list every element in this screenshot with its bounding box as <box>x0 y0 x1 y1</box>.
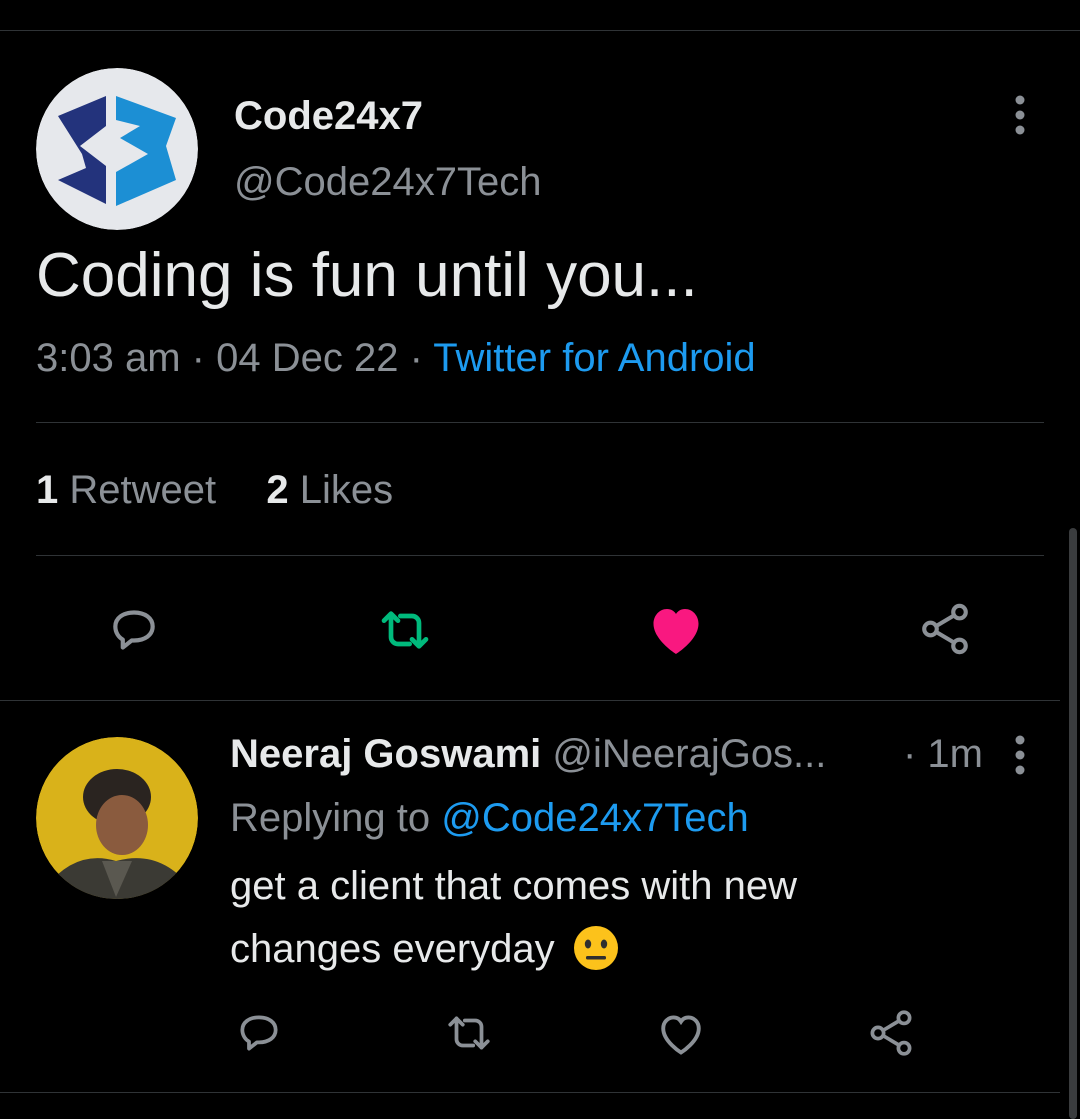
retweet-label: Retweet <box>69 468 217 512</box>
tweet-time: 3:03 am <box>36 336 181 380</box>
tweet-meta: 3:03 am · 04 Dec 22 · Twitter for Androi… <box>36 336 756 381</box>
tweet-text: Coding is fun until you... <box>36 241 698 310</box>
meta-separator: · <box>409 336 423 380</box>
replying-prefix: Replying to <box>230 796 431 840</box>
retweet-icon[interactable] <box>440 1006 498 1060</box>
author-handle[interactable]: @Code24x7Tech <box>234 160 541 205</box>
like-count: 2 <box>266 468 289 512</box>
bottom-divider <box>0 1092 1060 1093</box>
reply-text-line2: changes everyday <box>230 924 620 972</box>
reply-text-line1: get a client that comes with new <box>230 864 797 908</box>
like-label: Likes <box>299 468 394 512</box>
stats-divider-top <box>36 422 1044 423</box>
retweet-stat[interactable]: 1 Retweet <box>36 468 227 512</box>
retweet-icon[interactable] <box>372 600 438 660</box>
author-avatar[interactable] <box>36 68 198 230</box>
tweet-stats: 1 Retweet 2 Likes <box>36 468 393 513</box>
share-icon[interactable] <box>914 598 976 660</box>
reply-author-handle[interactable]: @iNeerajGos... <box>552 732 826 776</box>
more-icon[interactable] <box>1004 94 1036 136</box>
replying-to: Replying to @Code24x7Tech <box>230 796 749 841</box>
reply-icon[interactable] <box>104 600 164 660</box>
more-icon[interactable] <box>1004 734 1036 776</box>
like-icon[interactable] <box>654 1006 708 1060</box>
replying-to-handle[interactable]: @Code24x7Tech <box>441 796 748 840</box>
neutral-face-emoji <box>573 926 618 970</box>
stats-divider-bottom <box>36 555 1044 556</box>
top-divider <box>0 30 1080 31</box>
scrollbar[interactable] <box>1069 528 1077 1119</box>
reply-text-line2-text: changes everyday <box>230 927 555 971</box>
likes-stat[interactable]: 2 Likes <box>266 468 393 512</box>
retweet-count: 1 <box>36 468 59 512</box>
reply-author-name[interactable]: Neeraj Goswami <box>230 732 541 776</box>
reply-author-avatar[interactable] <box>36 737 198 899</box>
reply-time[interactable]: · 1m <box>903 732 983 777</box>
thread-divider <box>0 700 1060 701</box>
tweet-date[interactable]: 04 Dec 22 <box>216 336 398 380</box>
meta-separator: · <box>191 336 205 380</box>
tweet-source[interactable]: Twitter for Android <box>433 336 755 380</box>
author-name[interactable]: Code24x7 <box>234 94 423 139</box>
reply-header: Neeraj Goswami @iNeerajGos... <box>230 732 826 777</box>
share-icon[interactable] <box>864 1004 918 1062</box>
reply-icon[interactable] <box>232 1006 286 1060</box>
like-icon[interactable] <box>644 598 708 660</box>
